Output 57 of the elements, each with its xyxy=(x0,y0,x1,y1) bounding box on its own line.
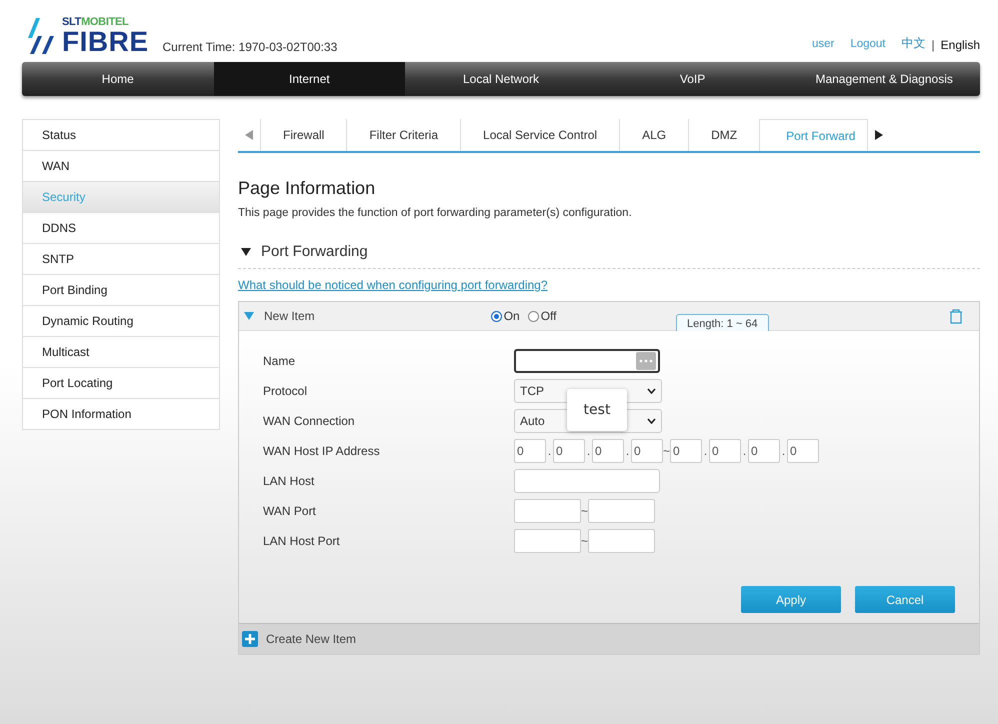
ip-octet-field[interactable]: 0 xyxy=(592,439,624,463)
ip-octet-field[interactable]: 0 xyxy=(670,439,702,463)
tab[interactable]: Firewall xyxy=(260,119,346,151)
separator: | xyxy=(932,38,935,52)
radio-option[interactable]: On xyxy=(490,309,520,323)
current-time: Current Time: 1970-03-02T00:33 xyxy=(162,40,338,54)
range-separator: ~ xyxy=(663,444,670,458)
field-label: Protocol xyxy=(263,384,308,398)
page-description: This page provides the function of port forwarding parameter(s) configuration. xyxy=(238,207,633,219)
field-label: WAN Port xyxy=(263,504,317,518)
language-link[interactable]: English xyxy=(940,38,980,52)
range-separator: ~ xyxy=(581,504,588,518)
field-label: WAN Connection xyxy=(263,414,356,428)
logo-wordmark: SLTMOBITEL xyxy=(62,17,130,28)
chevron-down-icon[interactable] xyxy=(647,418,656,424)
ip-octet-field[interactable]: 0 xyxy=(748,439,780,463)
ip-octet-field[interactable]: 0 xyxy=(553,439,585,463)
dot-separator: . xyxy=(624,444,630,458)
port-field[interactable] xyxy=(514,499,581,523)
dot-separator: . xyxy=(546,444,552,458)
plus-icon[interactable] xyxy=(242,631,258,647)
nav-tab[interactable]: Internet xyxy=(214,62,406,96)
ip-octet-field[interactable]: 0 xyxy=(787,439,819,463)
nav-tab[interactable]: Management & Diagnosis xyxy=(788,62,980,96)
dot-separator: . xyxy=(702,444,708,458)
page-title: Page Information xyxy=(238,178,376,199)
nav-tab[interactable]: Local Network xyxy=(405,62,597,96)
chevron-down-icon[interactable] xyxy=(647,388,656,394)
section-title: Port Forwarding xyxy=(261,243,368,260)
item-title: New Item xyxy=(264,309,315,323)
field-label: WAN Host IP Address xyxy=(263,444,381,458)
field-label: LAN Host xyxy=(263,474,316,488)
ip-octet-field[interactable]: 0 xyxy=(631,439,663,463)
nav-tab[interactable]: Home xyxy=(22,62,214,96)
port-field[interactable] xyxy=(514,529,581,553)
port-field[interactable] xyxy=(588,499,655,523)
nav-tab[interactable]: VoIP xyxy=(596,62,788,96)
range-separator: ~ xyxy=(581,534,588,548)
autocomplete-popup[interactable]: test xyxy=(567,389,627,431)
port-field[interactable] xyxy=(588,529,655,553)
ip-octet-field[interactable]: 0 xyxy=(709,439,741,463)
field-label: Name xyxy=(263,354,296,368)
create-item-link[interactable]: Create New Item xyxy=(266,632,356,646)
text-field[interactable] xyxy=(514,349,660,373)
dot-separator: . xyxy=(742,444,748,458)
help-link[interactable]: What should be noticed when configuring port forwarding? xyxy=(238,278,548,292)
trash-icon[interactable] xyxy=(949,308,963,324)
dot-separator: . xyxy=(586,444,592,458)
language-link[interactable]: 中文 xyxy=(902,35,926,52)
dot-separator: . xyxy=(780,444,786,458)
collapse-icon[interactable] xyxy=(241,248,251,256)
sidebar-item[interactable]: PON Information xyxy=(23,399,219,430)
radio-option[interactable]: Off xyxy=(528,309,556,323)
dots-icon[interactable] xyxy=(636,352,656,370)
ip-octet-field[interactable]: 0 xyxy=(514,439,546,463)
field-label: LAN Host Port xyxy=(263,534,341,548)
logo-title: FIBRE xyxy=(62,28,148,56)
